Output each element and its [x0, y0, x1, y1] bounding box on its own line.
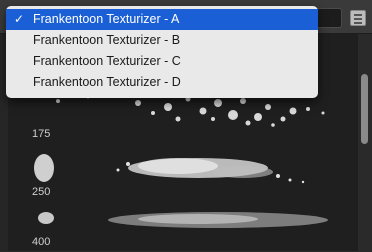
- list-item: 175: [8, 126, 358, 144]
- menu-item-texturizer-a[interactable]: ✓ Frankentoon Texturizer - A: [6, 9, 318, 30]
- list-item: 250: [8, 184, 358, 202]
- preset-dropdown-menu[interactable]: ✓ Frankentoon Texturizer - A Frankentoon…: [6, 6, 318, 98]
- size-label: 400: [32, 236, 51, 248]
- scrollbar[interactable]: [358, 34, 372, 251]
- menu-item-label: Frankentoon Texturizer - D: [33, 75, 181, 89]
- size-label: 250: [32, 186, 51, 198]
- menu-item-label: Frankentoon Texturizer - C: [33, 54, 181, 68]
- brush-preset-panel: 175 250 400 ✓ Frankentoon Texturizer - A…: [0, 0, 372, 251]
- scroll-thumb[interactable]: [361, 74, 368, 144]
- menu-item-label: Frankentoon Texturizer - B: [33, 33, 181, 47]
- checkmark-icon: ✓: [14, 12, 25, 26]
- menu-icon[interactable]: [350, 10, 366, 26]
- menu-item-texturizer-b[interactable]: Frankentoon Texturizer - B: [6, 30, 318, 51]
- list-item: 400: [8, 234, 358, 252]
- size-label: 175: [32, 128, 51, 140]
- menu-item-texturizer-d[interactable]: Frankentoon Texturizer - D: [6, 72, 318, 93]
- menu-item-texturizer-c[interactable]: Frankentoon Texturizer - C: [6, 51, 318, 72]
- menu-item-label: Frankentoon Texturizer - A: [33, 12, 180, 26]
